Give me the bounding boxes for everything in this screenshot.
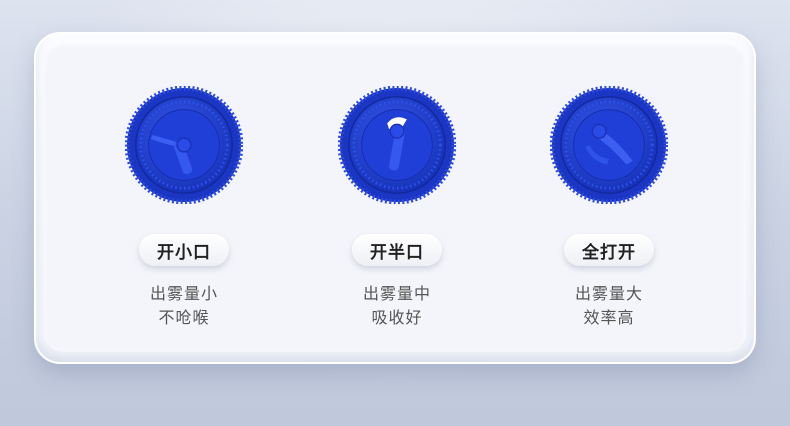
full-opening-label-pill: 全打开 [564, 234, 654, 266]
option-half-opening[interactable]: 开半口 出雾量中 吸收好 [277, 34, 517, 366]
half-opening-label: 开半口 [370, 242, 424, 263]
full-opening-desc-line1: 出雾量大 [574, 284, 643, 303]
half-opening-description: 出雾量中 吸收好 [277, 282, 517, 330]
half-opening-knob-icon [338, 86, 456, 204]
options-panel: 开小口 出雾量小 不呛喉 开半口 出雾量中 吸收好 全打开 出雾量大 效率高 [34, 32, 756, 364]
small-opening-label: 开小口 [157, 242, 211, 263]
small-opening-label-pill: 开小口 [139, 234, 229, 266]
half-opening-desc-line2: 吸收好 [371, 308, 423, 327]
half-opening-desc-line1: 出雾量中 [362, 284, 431, 303]
small-opening-desc-line1: 出雾量小 [149, 284, 218, 303]
small-opening-knob-icon [125, 86, 243, 204]
full-opening-description: 出雾量大 效率高 [489, 282, 729, 330]
option-full-opening[interactable]: 全打开 出雾量大 效率高 [489, 34, 729, 366]
full-opening-desc-line2: 效率高 [583, 308, 635, 327]
option-small-opening[interactable]: 开小口 出雾量小 不呛喉 [64, 34, 304, 366]
small-opening-desc-line2: 不呛喉 [158, 308, 210, 327]
small-opening-description: 出雾量小 不呛喉 [64, 282, 304, 330]
full-opening-knob-icon [550, 86, 668, 204]
half-opening-label-pill: 开半口 [352, 234, 442, 266]
full-opening-label: 全打开 [582, 242, 636, 263]
